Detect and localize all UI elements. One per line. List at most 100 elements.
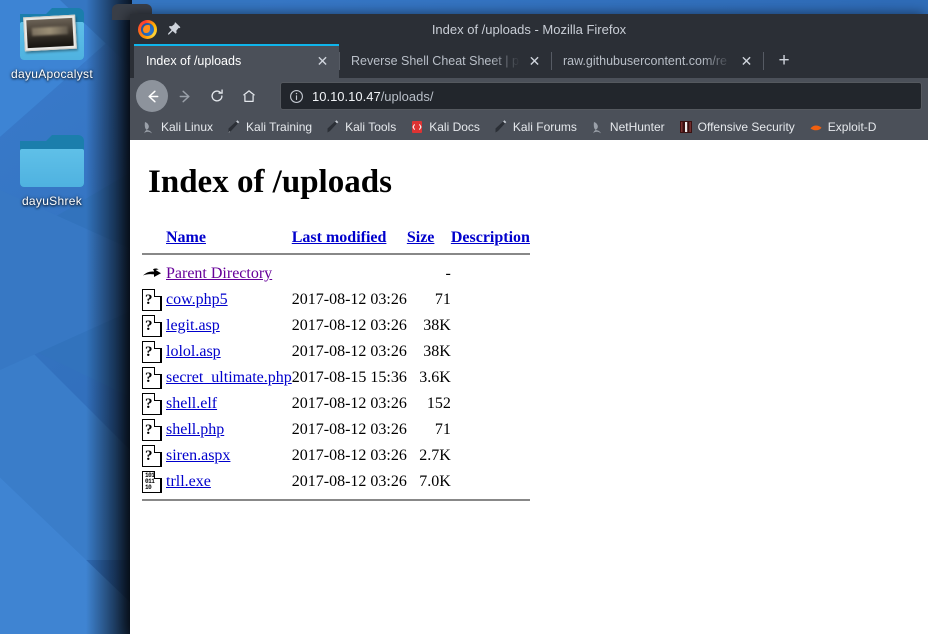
bookmark-label: Offensive Security bbox=[697, 120, 795, 134]
tab-label: raw.githubusercontent.com/re bbox=[563, 54, 727, 68]
reload-button[interactable] bbox=[202, 81, 232, 111]
navigation-toolbar: 10.10.10.47/uploads/ bbox=[130, 78, 928, 114]
firefox-window: Index of /uploads - Mozilla Firefox Inde… bbox=[130, 14, 928, 634]
sort-by-name-link[interactable]: Name bbox=[166, 229, 206, 246]
url-host: 10.10.10.47 bbox=[312, 88, 381, 104]
close-icon[interactable]: ✕ bbox=[314, 53, 331, 70]
firefox-logo-icon bbox=[138, 19, 157, 39]
address-bar-value: 10.10.10.47/uploads/ bbox=[312, 89, 433, 104]
bookmark-label: Kali Docs bbox=[429, 120, 480, 134]
file-date: 2017-08-15 15:36 bbox=[291, 369, 407, 386]
unknown-file-icon bbox=[142, 339, 166, 365]
page-title: Index of /uploads bbox=[148, 164, 392, 200]
close-icon[interactable]: ✕ bbox=[738, 53, 755, 70]
file-size: 7.0K bbox=[419, 473, 451, 490]
table-row[interactable]: shell.php 2017-08-12 03:26 71 bbox=[142, 417, 530, 443]
bookmark-label: Kali Forums bbox=[512, 120, 577, 134]
bookmark-nethunter[interactable]: NetHunter bbox=[585, 118, 671, 136]
table-row[interactable]: siren.aspx 2017-08-12 03:26 2.7K bbox=[142, 443, 530, 469]
kali-pen-icon bbox=[494, 120, 508, 134]
bookmarks-bar: Kali Linux Kali Training Kali Tools Kali… bbox=[130, 114, 928, 140]
forward-button[interactable] bbox=[170, 81, 200, 111]
tab-label: Reverse Shell Cheat Sheet | pe bbox=[351, 54, 520, 68]
unknown-file-icon bbox=[142, 365, 166, 391]
tab-reverse-shell-cheat-sheet[interactable]: Reverse Shell Cheat Sheet | pe ✕ bbox=[339, 44, 551, 78]
parent-description bbox=[451, 261, 530, 287]
table-row[interactable]: legit.asp 2017-08-12 03:26 38K bbox=[142, 313, 530, 339]
sort-by-size-link[interactable]: Size bbox=[407, 229, 435, 246]
file-description bbox=[451, 287, 530, 313]
bookmark-kali-linux[interactable]: Kali Linux bbox=[136, 118, 219, 136]
file-link[interactable]: legit.asp bbox=[166, 317, 220, 334]
file-link[interactable]: secret_ultimate.php bbox=[166, 369, 292, 386]
bookmark-offensive-security[interactable]: Offensive Security bbox=[673, 118, 801, 136]
pin-icon[interactable] bbox=[165, 21, 181, 37]
file-link[interactable]: siren.aspx bbox=[166, 447, 230, 464]
sort-by-description-link[interactable]: Description bbox=[451, 229, 530, 246]
bookmark-label: Kali Training bbox=[246, 120, 313, 134]
table-row[interactable]: secret_ultimate.php 2017-08-15 15:36 3.6… bbox=[142, 365, 530, 391]
column-icon bbox=[142, 229, 166, 249]
file-link[interactable]: trll.exe bbox=[166, 473, 211, 490]
new-tab-button[interactable]: + bbox=[763, 46, 799, 76]
bookmark-kali-tools[interactable]: Kali Tools bbox=[320, 118, 402, 136]
binary-file-icon bbox=[142, 469, 166, 495]
table-row[interactable]: trll.exe 2017-08-12 03:26 7.0K bbox=[142, 469, 530, 495]
tab-raw-githubusercontent[interactable]: raw.githubusercontent.com/re ✕ bbox=[551, 44, 763, 78]
unknown-file-icon bbox=[142, 287, 166, 313]
file-size: 71 bbox=[434, 421, 451, 438]
parent-size: - bbox=[445, 265, 451, 282]
tab-label: Index of /uploads bbox=[146, 54, 242, 68]
bookmark-exploit-db[interactable]: Exploit-D bbox=[803, 118, 883, 136]
parent-directory-link[interactable]: Parent Directory bbox=[166, 265, 272, 282]
file-link[interactable]: cow.php5 bbox=[166, 291, 228, 308]
unknown-file-icon bbox=[142, 417, 166, 443]
file-description bbox=[451, 365, 530, 391]
table-row[interactable]: cow.php5 2017-08-12 03:26 71 bbox=[142, 287, 530, 313]
file-link[interactable]: shell.elf bbox=[166, 395, 217, 412]
file-date: 2017-08-12 03:26 bbox=[291, 395, 407, 412]
file-link[interactable]: shell.php bbox=[166, 421, 224, 438]
bookmark-label: Exploit-D bbox=[827, 120, 877, 134]
file-size: 38K bbox=[423, 343, 451, 360]
file-description bbox=[451, 417, 530, 443]
sort-by-date-link[interactable]: Last modified bbox=[292, 229, 387, 246]
desktop-icon-dayuapocalyst[interactable]: dayuApocalyst bbox=[0, 8, 104, 81]
directory-index-table: Name Last modified Size Description Pare… bbox=[142, 229, 530, 507]
home-icon[interactable] bbox=[234, 81, 264, 111]
column-description: Description bbox=[451, 229, 530, 249]
file-size: 38K bbox=[423, 317, 451, 334]
file-date: 2017-08-12 03:26 bbox=[291, 447, 407, 464]
kali-docs-icon bbox=[410, 120, 424, 134]
url-path: /uploads/ bbox=[380, 88, 434, 104]
kali-dragon-icon bbox=[142, 120, 156, 134]
back-arrow-icon bbox=[142, 261, 166, 287]
window-titlebar: Index of /uploads - Mozilla Firefox bbox=[130, 14, 928, 44]
folder-image-icon bbox=[20, 8, 84, 62]
table-row[interactable]: lolol.asp 2017-08-12 03:26 38K bbox=[142, 339, 530, 365]
file-size: 71 bbox=[434, 291, 451, 308]
back-button[interactable] bbox=[136, 80, 168, 112]
unknown-file-icon bbox=[142, 313, 166, 339]
kali-pen-icon bbox=[227, 120, 241, 134]
column-size: Size bbox=[407, 229, 451, 249]
table-row[interactable]: shell.elf 2017-08-12 03:26 152 bbox=[142, 391, 530, 417]
table-row-parent-directory[interactable]: Parent Directory - bbox=[142, 261, 530, 287]
file-link[interactable]: lolol.asp bbox=[166, 343, 221, 360]
bookmark-kali-forums[interactable]: Kali Forums bbox=[488, 118, 583, 136]
bookmark-kali-training[interactable]: Kali Training bbox=[221, 118, 318, 136]
bookmark-kali-docs[interactable]: Kali Docs bbox=[404, 118, 486, 136]
file-date: 2017-08-12 03:26 bbox=[291, 421, 407, 438]
parent-directory-cell: Parent Directory bbox=[166, 261, 292, 287]
file-size: 3.6K bbox=[419, 369, 451, 386]
close-icon[interactable]: ✕ bbox=[526, 53, 543, 70]
directory-rows: Parent Directory - cow.php5 2017-08-12 0… bbox=[142, 261, 530, 507]
file-size: 152 bbox=[426, 395, 451, 412]
tab-index-of-uploads[interactable]: Index of /uploads ✕ bbox=[134, 44, 339, 78]
desktop-icon-dayushrek[interactable]: dayuShrek bbox=[0, 135, 104, 208]
window-title: Index of /uploads - Mozilla Firefox bbox=[431, 21, 627, 37]
address-bar[interactable]: 10.10.10.47/uploads/ bbox=[280, 82, 922, 110]
info-circle-icon[interactable] bbox=[289, 89, 304, 104]
bookmark-label: NetHunter bbox=[609, 120, 665, 134]
column-name: Name bbox=[166, 229, 292, 249]
